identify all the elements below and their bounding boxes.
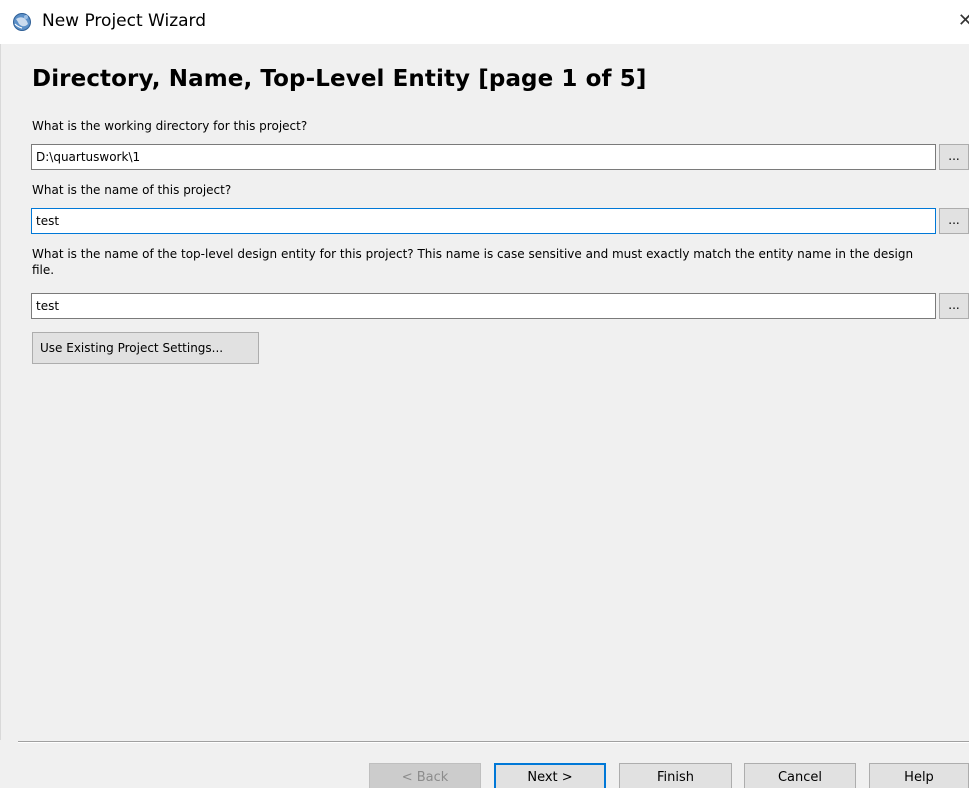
top-level-entity-label: What is the name of the top-level design… — [32, 247, 914, 277]
window-title: New Project Wizard — [42, 11, 207, 31]
top-level-entity-input[interactable]: test — [31, 293, 936, 319]
close-icon[interactable]: ✕ — [958, 10, 969, 31]
quartus-globe-icon — [13, 13, 31, 31]
directory-input[interactable]: D:\quartuswork\1 — [31, 144, 936, 170]
back-button[interactable]: < Back — [369, 763, 481, 788]
footer-divider-highlight — [18, 742, 969, 743]
cancel-button[interactable]: Cancel — [744, 763, 856, 788]
finish-button[interactable]: Finish — [619, 763, 732, 788]
wizard-content: Directory, Name, Top-Level Entity [page … — [0, 44, 969, 740]
directory-label: What is the working directory for this p… — [32, 119, 308, 133]
title-bar: New Project Wizard ✕ — [0, 0, 969, 44]
use-existing-settings-button[interactable]: Use Existing Project Settings... — [32, 332, 259, 364]
directory-browse-button[interactable]: ... — [939, 144, 969, 170]
help-button[interactable]: Help — [869, 763, 969, 788]
top-level-entity-browse-button[interactable]: ... — [939, 293, 969, 319]
new-project-wizard-window: New Project Wizard ✕ Directory, Name, To… — [0, 0, 969, 788]
project-name-browse-button[interactable]: ... — [939, 208, 969, 234]
project-name-label: What is the name of this project? — [32, 183, 232, 197]
project-name-input[interactable]: test — [31, 208, 936, 234]
page-title: Directory, Name, Top-Level Entity [page … — [32, 66, 647, 92]
next-button[interactable]: Next > — [494, 763, 606, 788]
